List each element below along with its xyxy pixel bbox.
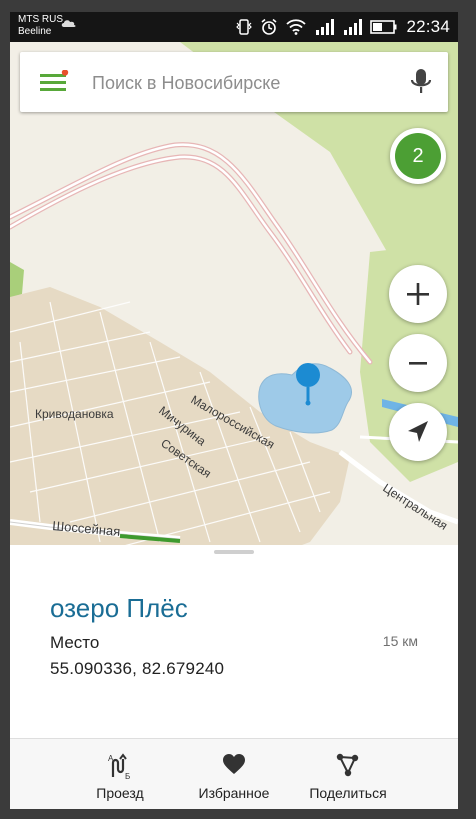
my-location-button[interactable] (389, 403, 447, 461)
carrier-secondary: Beeline (18, 26, 52, 37)
zoom-in-icon (407, 283, 429, 305)
share-label: Поделиться (309, 785, 387, 801)
wifi-icon (286, 19, 307, 35)
place-title: озеро Плёс (50, 593, 188, 623)
signal-icon-2 (344, 19, 363, 35)
zoom-out-icon (409, 362, 427, 365)
share-icon (336, 753, 359, 777)
search-bar (20, 52, 448, 112)
favorite-label: Избранное (198, 785, 270, 801)
microphone-icon (410, 69, 432, 93)
signal-icon (316, 19, 335, 35)
results-count-badge[interactable]: 2 (390, 128, 446, 184)
place-card[interactable]: озеро Плёс Место 15 км 55.090336, 82.679… (10, 545, 458, 809)
vibrate-icon (236, 19, 253, 35)
alarm-icon (261, 18, 277, 35)
map-label-village: Криводановка (35, 407, 114, 421)
locate-icon (408, 421, 428, 442)
route-label: Проезд (96, 785, 144, 801)
heart-icon (223, 754, 245, 774)
share-button[interactable]: Поделиться (288, 739, 408, 809)
place-type: Место (50, 633, 100, 652)
zoom-in-button[interactable] (389, 265, 447, 323)
place-coordinates: 55.090336, 82.679240 (50, 659, 225, 678)
menu-button[interactable] (40, 69, 70, 94)
results-count: 2 (395, 133, 441, 179)
carrier-info: MTS RUS Beeline (18, 14, 76, 38)
route-button[interactable]: A Б Проезд (60, 739, 180, 809)
favorite-button[interactable]: Избранное (174, 739, 294, 809)
place-distance: 15 км (382, 633, 418, 649)
sheet-drag-handle[interactable] (214, 550, 254, 554)
hamburger-menu-icon (40, 69, 69, 91)
status-icons: 22:34 (236, 16, 450, 38)
voice-search-button[interactable] (409, 68, 433, 96)
search-input[interactable] (90, 67, 394, 99)
phone-screen: Криводановка Малороссийская Мичурина Сов… (10, 12, 458, 809)
svg-text:Б: Б (125, 772, 130, 779)
svg-text:A: A (108, 754, 114, 763)
status-bar: MTS RUS Beeline 22:34 (10, 12, 458, 42)
zoom-out-button[interactable] (389, 334, 447, 392)
action-bar: A Б Проезд Избранное Поделиться (10, 738, 458, 809)
cloud-icon (61, 20, 76, 27)
battery-icon (370, 20, 397, 34)
carrier-primary: MTS RUS (18, 14, 63, 25)
route-icon: A Б (108, 753, 130, 779)
status-time: 22:34 (406, 17, 450, 36)
